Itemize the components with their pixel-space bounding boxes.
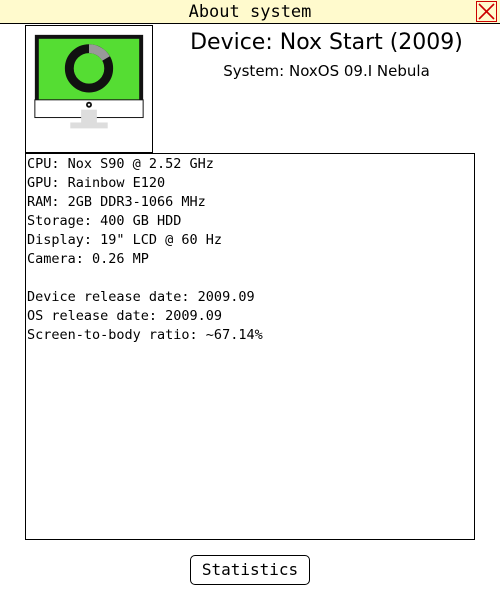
spec-camera: Camera: 0.26 MP [27, 251, 149, 267]
computer-monitor-icon [34, 34, 144, 129]
spec-os-release: OS release date: 2009.09 [27, 308, 223, 324]
close-button[interactable] [476, 1, 497, 22]
system-subtitle: System: NoxOS 09.I Nebula [223, 62, 430, 80]
window-title: About system [188, 2, 312, 22]
spec-spacer [27, 269, 474, 288]
spec-display: Display: 19" LCD @ 60 Hz [27, 232, 223, 248]
device-image [25, 25, 153, 153]
spec-screen-ratio: Screen-to-body ratio: ~67.14% [27, 327, 263, 343]
spec-cpu: CPU: Nox S90 @ 2.52 GHz [27, 156, 214, 172]
device-title: Device: Nox Start (2009) [190, 30, 463, 55]
statistics-button[interactable]: Statistics [190, 555, 310, 585]
spec-gpu: GPU: Rainbow E120 [27, 175, 166, 191]
title-bar: About system [0, 0, 500, 24]
specs-panel: CPU: Nox S90 @ 2.52 GHz GPU: Rainbow E12… [25, 153, 475, 540]
spec-storage: Storage: 400 GB HDD [27, 213, 182, 229]
spec-ram: RAM: 2GB DDR3-1066 MHz [27, 194, 206, 210]
close-icon [478, 3, 495, 20]
spec-device-release: Device release date: 2009.09 [27, 289, 255, 305]
